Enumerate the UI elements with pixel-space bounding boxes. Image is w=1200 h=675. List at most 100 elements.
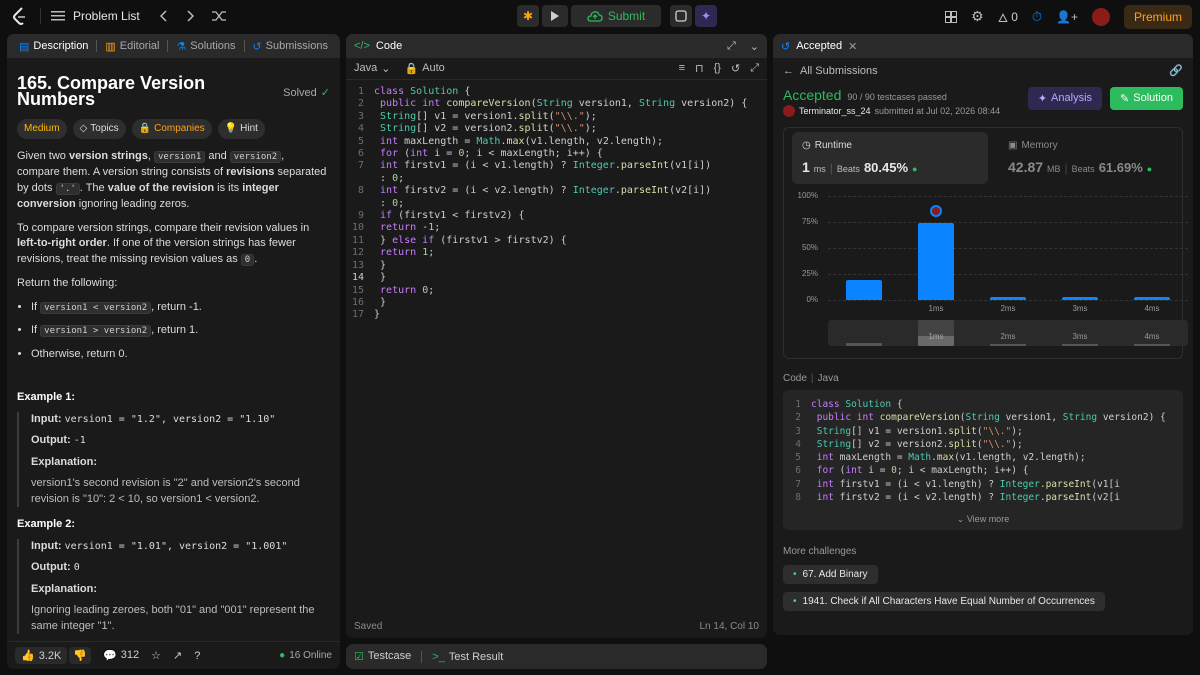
analysis-button[interactable]: ✦ Analysis bbox=[1027, 87, 1103, 110]
username[interactable]: Terminator_ss_24 bbox=[799, 106, 871, 116]
cloud-upload-icon bbox=[587, 11, 603, 22]
format-icon[interactable]: ≡ bbox=[679, 62, 685, 75]
companies-tag[interactable]: 🔒 Companies bbox=[131, 119, 212, 139]
memory-card[interactable]: ▣ Memory 42.87 MB | Beats 61.69% ● bbox=[998, 132, 1193, 184]
lock-icon: 🔒 bbox=[138, 123, 152, 134]
tab-description[interactable]: ▤ Description bbox=[15, 40, 92, 53]
hint-tag[interactable]: 💡 Hint bbox=[217, 119, 265, 139]
close-icon[interactable]: ✕ bbox=[848, 40, 857, 53]
notes-button[interactable] bbox=[670, 5, 692, 27]
solved-status: Solved ✓ bbox=[283, 86, 330, 102]
submit-button[interactable]: Submit bbox=[571, 5, 661, 27]
tab-divider bbox=[243, 40, 245, 52]
memory-chip-icon: ▣ bbox=[1008, 140, 1018, 151]
comments-button[interactable]: 💬 312 bbox=[103, 649, 139, 662]
bug-icon: ✱ bbox=[522, 9, 534, 23]
bookmark-icon[interactable]: ⊓ bbox=[695, 62, 704, 75]
tab-testcase[interactable]: ☑ Testcase bbox=[354, 650, 411, 663]
auto-toggle[interactable]: 🔒 Auto bbox=[404, 62, 444, 75]
premium-button[interactable]: Premium bbox=[1123, 4, 1192, 29]
navigator-label: 4ms bbox=[1144, 332, 1160, 341]
chart-range-navigator[interactable]: 1ms 2ms 3ms 4ms bbox=[828, 320, 1188, 346]
flask-icon: ⚗ bbox=[176, 40, 187, 53]
streak-counter[interactable]: 🜂 0 bbox=[998, 4, 1018, 29]
performance-card: ◷ Runtime 1 ms | Beats 80.45% ● ▣ Memory 4… bbox=[783, 127, 1188, 359]
tab-solutions[interactable]: ⚗ Solutions bbox=[172, 40, 239, 53]
topics-tag[interactable]: ◇ Topics bbox=[72, 119, 126, 139]
navigator-selection[interactable] bbox=[918, 320, 954, 346]
add-friend-icon[interactable]: 👤+ bbox=[1056, 10, 1078, 24]
more-icon[interactable]: ⌄ bbox=[750, 40, 759, 53]
view-more-button[interactable]: ⌄ View more bbox=[783, 513, 1183, 526]
settings-gear-icon[interactable]: ⚙ bbox=[971, 8, 984, 25]
cursor-position: Ln 14, Col 10 bbox=[699, 621, 760, 632]
navigator-bar bbox=[1134, 344, 1170, 346]
runtime-distribution-chart[interactable]: 100% 75% 50% 25% 0% 1ms 2ms 3ms 4ms 1ms 2ms 3ms 4ms bbox=[784, 188, 1193, 358]
navigator-label: 2ms bbox=[1000, 332, 1016, 341]
online-count: ● 16 Online bbox=[279, 650, 332, 661]
run-button[interactable] bbox=[542, 5, 568, 27]
chart-bar[interactable] bbox=[990, 296, 1026, 300]
chevron-down-icon: ⌄ bbox=[381, 63, 391, 75]
runtime-card[interactable]: ◷ Runtime 1 ms | Beats 80.45% ● bbox=[792, 132, 988, 184]
submitted-code[interactable]: 1 class Solution { 2 public int compareVe… bbox=[783, 390, 1183, 530]
tab-submissions[interactable]: ↺ Submissions bbox=[248, 40, 332, 53]
saved-status: Saved bbox=[354, 621, 383, 632]
challenge-item[interactable]: • 1941. Check if All Characters Have Equa… bbox=[783, 592, 1105, 611]
result-body: ← All Submissions 🔗 Accepted 90 / 90 tes… bbox=[773, 58, 1193, 617]
leetcode-logo-icon[interactable] bbox=[10, 6, 30, 26]
code-editor[interactable]: 1 class Solution { 2 public int compareVe… bbox=[346, 80, 767, 328]
reset-icon[interactable]: ↺ bbox=[731, 62, 740, 75]
ai-assistant-button[interactable]: ✦ bbox=[695, 5, 717, 27]
accepted-tab[interactable]: Accepted bbox=[796, 40, 842, 52]
your-submission-marker[interactable] bbox=[930, 205, 942, 218]
chart-bar[interactable] bbox=[918, 223, 954, 300]
y-tick-label: 0% bbox=[806, 295, 818, 304]
description-paragraph: Return the following: bbox=[17, 277, 118, 289]
tab-editorial[interactable]: ▥ Editorial bbox=[101, 40, 163, 53]
terminal-icon: >_ bbox=[432, 650, 445, 663]
all-submissions-link[interactable]: All Submissions bbox=[800, 65, 878, 77]
testcases-passed: 90 / 90 testcases passed bbox=[847, 92, 947, 102]
avatar[interactable] bbox=[1091, 7, 1110, 26]
problem-tags: Medium ◇ Topics 🔒 Companies 💡 Hint bbox=[17, 119, 330, 139]
debug-button[interactable]: ✱ bbox=[517, 5, 539, 27]
sparkle-icon: ✦ bbox=[1037, 93, 1048, 105]
fullscreen-icon[interactable]: ⤢ bbox=[750, 62, 759, 75]
layout-icon[interactable] bbox=[945, 10, 958, 23]
return-rules-list: If version1 < version2, return -1. If ve… bbox=[17, 300, 330, 363]
chart-bar[interactable] bbox=[1062, 296, 1098, 300]
link-icon[interactable]: 🔗 bbox=[1169, 64, 1183, 77]
like-button[interactable]: 👍 3.2K bbox=[15, 647, 68, 664]
code-section-label: Code | Java bbox=[783, 373, 839, 384]
prev-problem-icon[interactable] bbox=[159, 10, 168, 22]
challenge-item[interactable]: • 67. Add Binary bbox=[783, 565, 878, 584]
y-tick-label: 75% bbox=[801, 217, 818, 226]
list-icon[interactable] bbox=[51, 10, 65, 22]
tab-test-result[interactable]: >_ Test Result bbox=[432, 651, 503, 663]
code-tab[interactable]: Code bbox=[376, 40, 402, 52]
chart-bar[interactable] bbox=[846, 280, 882, 300]
chart-bar[interactable] bbox=[1134, 296, 1170, 300]
language-select[interactable]: Java ⌄ bbox=[354, 62, 390, 75]
example-2: Example 2: Input: version1 = "1.01", ver… bbox=[17, 517, 330, 634]
checkbox-icon: ☑ bbox=[354, 651, 364, 663]
problem-list-link[interactable]: Problem List bbox=[73, 9, 140, 23]
difficulty-badge[interactable]: Medium bbox=[17, 119, 67, 139]
expand-icon[interactable]: ⤢ bbox=[727, 40, 736, 53]
edit-icon: ✎ bbox=[1120, 93, 1130, 105]
timer-icon[interactable]: ⏱ bbox=[1032, 9, 1042, 25]
tab-divider bbox=[96, 40, 98, 52]
tab-divider bbox=[167, 40, 169, 52]
braces-icon[interactable]: {} bbox=[714, 62, 721, 75]
solution-button[interactable]: ✎ Solution bbox=[1110, 87, 1183, 110]
beats-badge-icon: ● bbox=[912, 164, 918, 174]
back-arrow-icon[interactable]: ← bbox=[783, 65, 794, 77]
book-icon: ▥ bbox=[105, 40, 116, 53]
star-icon[interactable]: ☆ bbox=[151, 649, 161, 662]
dislike-icon[interactable]: 👎 bbox=[69, 647, 92, 664]
share-icon[interactable]: ↗ bbox=[173, 649, 182, 662]
help-icon[interactable]: ? bbox=[194, 650, 200, 662]
next-problem-icon[interactable] bbox=[186, 10, 194, 22]
shuffle-icon[interactable] bbox=[211, 10, 226, 22]
